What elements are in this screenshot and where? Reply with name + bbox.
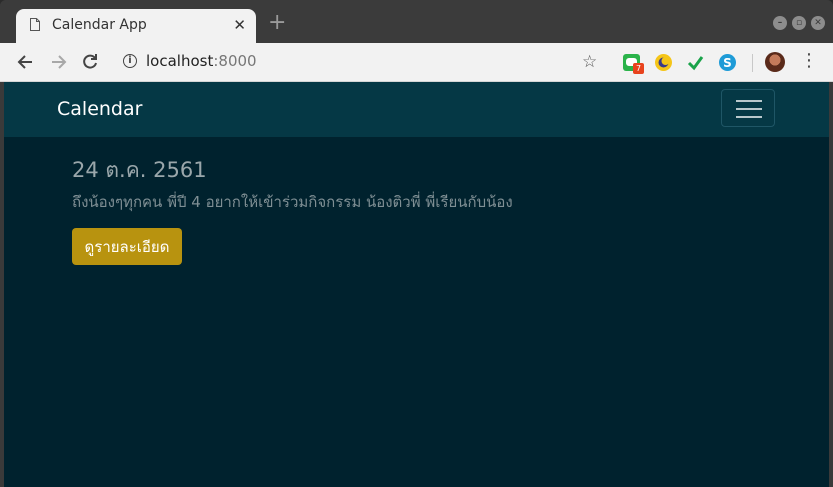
tab-close-icon[interactable]: ✕ bbox=[233, 16, 246, 34]
app-navbar: Calendar bbox=[4, 82, 829, 137]
browser-toolbar: i localhost:8000 ☆ 7 S ⋮ bbox=[0, 43, 833, 82]
back-icon[interactable] bbox=[16, 52, 36, 72]
hamburger-line bbox=[736, 116, 762, 118]
hamburger-line bbox=[736, 100, 762, 102]
info-icon[interactable]: i bbox=[123, 54, 137, 68]
line-extension-icon[interactable]: 7 bbox=[623, 54, 644, 74]
page-content: Calendar 24 ต.ค. 2561 ถึงน้องๆทุกคน พี่ป… bbox=[4, 82, 829, 487]
checkmark-extension-icon[interactable] bbox=[687, 54, 704, 71]
view-details-button[interactable]: ดูรายละเอียด bbox=[72, 228, 182, 265]
extension-badge: 7 bbox=[633, 63, 644, 74]
maximize-icon[interactable]: ▫ bbox=[792, 16, 806, 30]
navbar-brand[interactable]: Calendar bbox=[57, 98, 142, 120]
browser-tab[interactable]: Calendar App ✕ bbox=[16, 9, 256, 43]
url-text: localhost:8000 bbox=[146, 52, 257, 70]
url-port: :8000 bbox=[213, 52, 257, 70]
minimize-icon[interactable]: – bbox=[773, 16, 787, 30]
browser-window: Calendar App ✕ + – ▫ ✕ i localhost:8000 … bbox=[0, 0, 833, 487]
new-tab-button[interactable]: + bbox=[268, 12, 286, 34]
tab-title: Calendar App bbox=[52, 17, 147, 33]
event-description: ถึงน้องๆทุกคน พี่ปี 4 อยากให้เข้าร่วมกิจ… bbox=[72, 193, 513, 211]
forward-icon[interactable] bbox=[48, 52, 68, 72]
document-icon bbox=[30, 18, 40, 31]
hamburger-line bbox=[736, 108, 762, 110]
reload-icon[interactable] bbox=[80, 52, 100, 72]
address-bar[interactable]: i localhost:8000 bbox=[120, 47, 610, 77]
browser-menu-icon[interactable]: ⋮ bbox=[800, 51, 818, 71]
close-window-icon[interactable]: ✕ bbox=[811, 16, 825, 30]
window-controls: – ▫ ✕ bbox=[773, 16, 825, 30]
url-host: localhost bbox=[146, 52, 214, 70]
night-mode-extension-icon[interactable] bbox=[655, 54, 672, 71]
svg-text:S: S bbox=[723, 56, 732, 70]
skype-extension-icon[interactable]: S bbox=[719, 54, 736, 71]
bookmark-star-icon[interactable]: ☆ bbox=[582, 52, 597, 72]
profile-avatar[interactable] bbox=[765, 52, 785, 72]
title-bar: Calendar App ✕ + – ▫ ✕ bbox=[0, 0, 833, 43]
event-date: 24 ต.ค. 2561 bbox=[72, 158, 207, 182]
navbar-toggler-button[interactable] bbox=[721, 89, 775, 127]
toolbar-separator bbox=[752, 54, 753, 72]
